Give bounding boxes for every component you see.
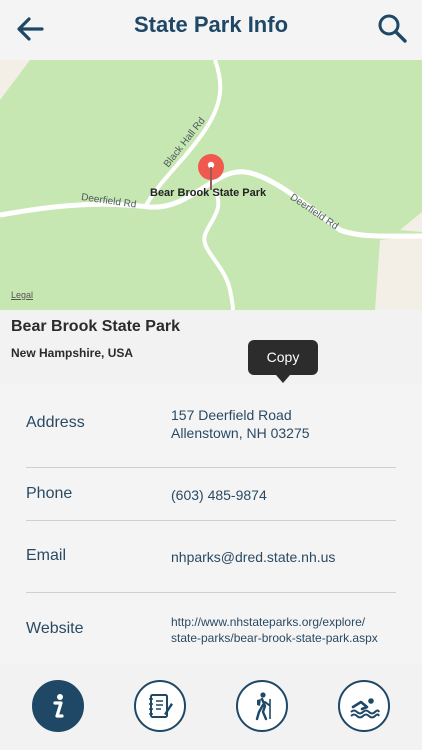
website-row[interactable]: Website http://www.nhstateparks.org/expl… [26, 610, 396, 650]
phone-row[interactable]: Phone (603) 485-9874 [26, 482, 396, 512]
map-pin-icon[interactable] [196, 152, 226, 192]
tab-swimming[interactable] [338, 680, 390, 732]
email-row[interactable]: Email nhparks@dred.state.nh.us [26, 544, 396, 574]
info-icon [53, 694, 64, 718]
phone-value[interactable]: (603) 485-9874 [171, 486, 267, 504]
phone-label: Phone [26, 485, 73, 502]
tab-hiking[interactable] [236, 680, 288, 732]
map-legal-link[interactable]: Legal [11, 290, 33, 300]
search-button[interactable] [374, 10, 410, 46]
address-line-2: Allenstown, NH 03275 [171, 425, 310, 441]
website-label: Website [26, 620, 84, 637]
park-name: Bear Brook State Park [11, 318, 180, 335]
divider [26, 592, 396, 593]
address-label: Address [26, 414, 85, 431]
address-line-1: 157 Deerfield Road [171, 407, 292, 423]
notebook-icon [149, 694, 173, 718]
park-region: New Hampshire, USA [11, 346, 134, 360]
divider [26, 520, 396, 521]
hiker-icon [255, 692, 271, 721]
email-label: Email [26, 547, 67, 564]
website-line-1: http://www.nhstateparks.org/explore/ [171, 615, 366, 629]
info-card: Address 157 Deerfield Road Allenstown, N… [0, 384, 422, 664]
page-title: State Park Info [133, 12, 289, 37]
website-line-2: state-parks/bear-brook-state-park.aspx [171, 631, 378, 645]
address-row[interactable]: Address 157 Deerfield Road Allenstown, N… [26, 404, 396, 464]
map-view[interactable]: Black Hall Rd Deerfield Rd Deerfield Rd … [0, 60, 422, 310]
address-value[interactable]: 157 Deerfield Road Allenstown, NH 03275 [171, 406, 310, 442]
copy-tooltip[interactable]: Copy [248, 340, 318, 383]
search-icon [378, 14, 407, 43]
tab-notes[interactable] [134, 680, 186, 732]
divider [26, 467, 396, 468]
header: State Park Info [0, 0, 422, 60]
website-value[interactable]: http://www.nhstateparks.org/explore/ sta… [171, 614, 378, 646]
email-value[interactable]: nhparks@dred.state.nh.us [171, 548, 335, 566]
swimmer-icon [350, 698, 380, 719]
tab-info[interactable] [32, 680, 84, 732]
bottom-tab-bar [0, 670, 422, 750]
